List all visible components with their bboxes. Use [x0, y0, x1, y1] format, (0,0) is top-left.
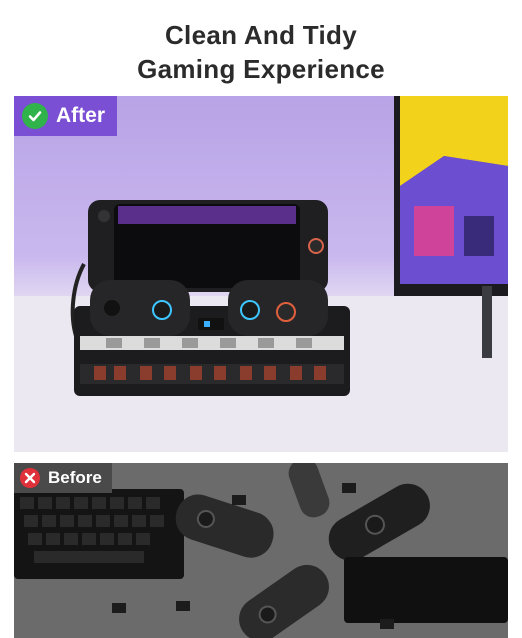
x-icon [20, 468, 40, 488]
headline-line-1: Clean And Tidy [164, 20, 357, 50]
after-scene [14, 96, 508, 452]
before-label: Before [48, 468, 102, 487]
after-photo-panel: After [14, 96, 508, 452]
before-photo-panel: Before [14, 463, 508, 638]
after-label: After [56, 104, 106, 127]
before-badge: Before [14, 463, 112, 493]
after-badge: After [14, 96, 118, 136]
headline-line-2: Gaming Experience [137, 54, 385, 84]
check-icon [22, 103, 48, 129]
monitor-stand [482, 286, 492, 358]
joycon-pair-right [228, 280, 328, 336]
joycon-pair-left [90, 280, 190, 336]
console-screen [344, 557, 508, 623]
dock-display [198, 318, 224, 330]
keyboard [14, 489, 184, 579]
console [88, 200, 328, 292]
